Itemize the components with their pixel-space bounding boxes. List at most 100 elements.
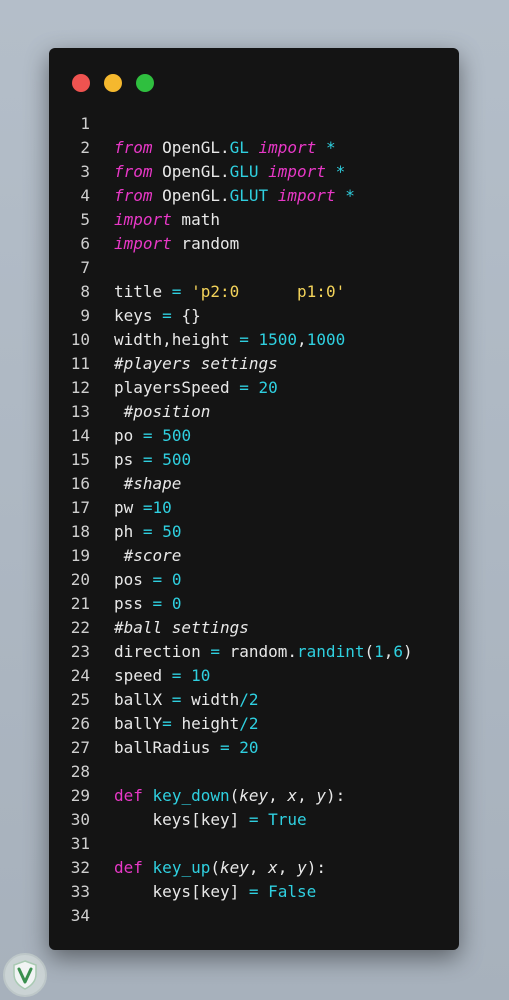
code-token: randint: [297, 642, 365, 661]
code-text: #score: [90, 544, 182, 568]
line-number: 2: [80, 138, 90, 157]
code-line: 3 from OpenGL.GLU import *: [49, 160, 459, 184]
code-line: 7: [49, 256, 459, 280]
code-line: 9 keys = {}: [49, 304, 459, 328]
code-token: =: [171, 666, 182, 685]
code-token: (: [229, 786, 240, 805]
code-token: GLU: [229, 162, 259, 181]
line-number: 13: [70, 402, 90, 421]
line-number: 33: [70, 882, 90, 901]
code-token: ballY: [114, 714, 163, 733]
code-token: from: [114, 186, 153, 205]
code-text: ps = 500: [90, 448, 191, 472]
code-line: 34: [49, 904, 459, 928]
window-controls: [72, 74, 154, 92]
code-line: 22 #ball settings: [49, 616, 459, 640]
line-number: 20: [70, 570, 90, 589]
code-token: ballRadius: [114, 738, 220, 757]
code-text: ph = 50: [90, 520, 181, 544]
code-token: width: [181, 690, 240, 709]
code-token: =: [248, 810, 259, 829]
code-token: ): [403, 642, 413, 661]
code-line: 11 #players settings: [49, 352, 459, 376]
code-token: *: [335, 162, 346, 181]
code-token: 500: [162, 426, 192, 445]
maximize-button[interactable]: [136, 74, 154, 92]
code-token: ,: [248, 858, 269, 877]
code-token: speed: [114, 666, 172, 685]
code-token: =: [219, 738, 230, 757]
code-token: /: [239, 690, 249, 709]
code-line: 8 title = 'p2:0 p1:0': [49, 280, 459, 304]
code-token: direction: [114, 642, 211, 661]
code-token: =: [248, 882, 259, 901]
code-token: (: [210, 858, 220, 877]
code-text: keys[key] = True: [90, 808, 307, 832]
code-line: 19 #score: [49, 544, 459, 568]
code-line: 25 ballX = width/2: [49, 688, 459, 712]
line-number: 34: [70, 906, 90, 925]
code-line: 13 #position: [49, 400, 459, 424]
code-line: 16 #shape: [49, 472, 459, 496]
code-token: {}: [171, 306, 201, 325]
code-line: 12 playersSpeed = 20: [49, 376, 459, 400]
code-token: #players settings: [114, 354, 278, 373]
line-number: 17: [70, 498, 90, 517]
code-line: 23 direction = random.randint(1,6): [49, 640, 459, 664]
code-token: 0: [171, 570, 182, 589]
code-token: (: [364, 642, 375, 661]
line-number: 16: [70, 474, 90, 493]
code-token: keys[key]: [114, 882, 249, 901]
code-token: def: [114, 786, 143, 805]
line-number: 19: [70, 546, 90, 565]
code-token: key: [239, 786, 269, 805]
code-token: height: [171, 714, 240, 733]
close-button[interactable]: [72, 74, 90, 92]
code-token: key_down: [152, 786, 230, 805]
code-token: import: [114, 234, 172, 253]
code-line: 30 keys[key] = True: [49, 808, 459, 832]
shield-v-logo-icon: [2, 952, 48, 998]
code-token: import: [114, 210, 172, 229]
code-line: 5 import math: [49, 208, 459, 232]
code-text: #ball settings: [90, 616, 249, 640]
code-text: keys = {}: [90, 304, 201, 328]
code-text: import random: [90, 232, 239, 256]
code-token: True: [268, 810, 307, 829]
code-token: ,: [297, 330, 307, 349]
code-text: from OpenGL.GLU import *: [90, 160, 345, 184]
code-token: ,: [297, 786, 317, 805]
code-token: False: [268, 882, 317, 901]
code-line: 31: [49, 832, 459, 856]
code-text: def key_down(key, x, y):: [90, 784, 345, 808]
code-token: 1000: [306, 330, 346, 349]
code-text: direction = random.randint(1,6): [90, 640, 413, 664]
code-token: =: [171, 690, 182, 709]
minimize-button[interactable]: [104, 74, 122, 92]
code-text: def key_up(key, x, y):: [90, 856, 326, 880]
code-token: 1500: [258, 330, 298, 349]
code-token: OpenGL.: [152, 162, 230, 181]
code-line: 29 def key_down(key, x, y):: [49, 784, 459, 808]
code-token: =: [162, 714, 172, 733]
code-token: 2: [248, 690, 259, 709]
code-token: =: [239, 330, 249, 349]
code-token: ):: [306, 858, 326, 877]
code-token: title: [114, 282, 172, 301]
